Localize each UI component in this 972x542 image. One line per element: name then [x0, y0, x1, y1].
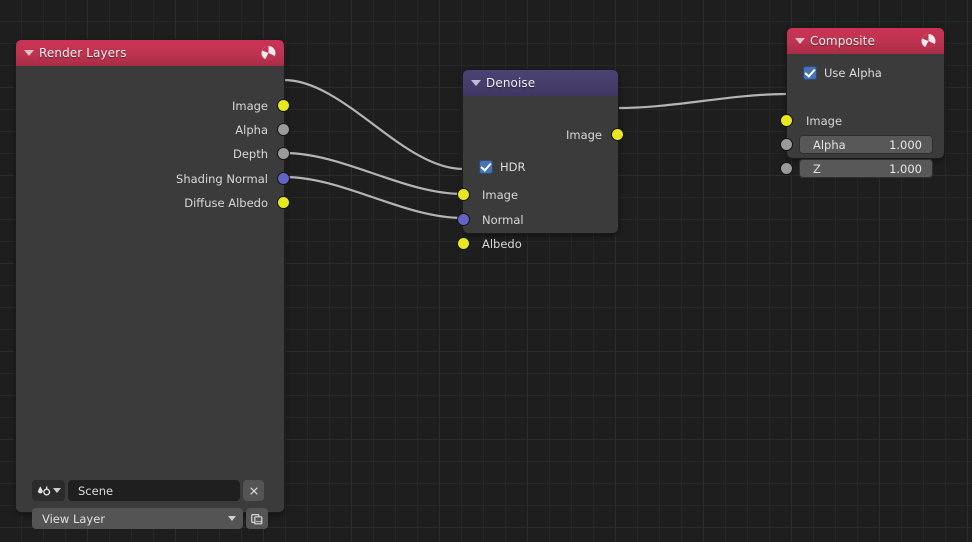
node-editor-canvas[interactable]: Render Layers Image Alpha Depth Shading …: [0, 0, 972, 542]
output-label-image: Image: [565, 128, 602, 142]
composite-alpha-value: 1.000: [889, 137, 922, 152]
output-label-image: Image: [231, 99, 268, 113]
composite-header[interactable]: Composite: [787, 28, 944, 54]
scene-icon: [37, 485, 50, 495]
hdr-checkbox[interactable]: [479, 160, 493, 174]
output-label-depth: Depth: [232, 147, 268, 161]
scene-icon-button[interactable]: [32, 480, 65, 501]
chevron-down-icon[interactable]: [228, 516, 237, 521]
denoise-header[interactable]: Denoise: [463, 70, 618, 96]
collapse-triangle-icon[interactable]: [24, 50, 34, 56]
output-socket-depth[interactable]: [278, 148, 289, 159]
denoise-input-socket-image[interactable]: [458, 189, 469, 200]
scene-name-field[interactable]: Scene: [68, 480, 240, 501]
chevron-down-icon[interactable]: [52, 488, 61, 493]
output-socket-alpha[interactable]: [278, 124, 289, 135]
node-denoise[interactable]: Denoise Image HDR Image Normal Albedo: [458, 70, 623, 250]
output-label-diffuse-albedo: Diffuse Albedo: [184, 196, 268, 210]
scene-clear-button[interactable]: [243, 480, 264, 501]
input-label-albedo: Albedo: [482, 237, 522, 251]
output-socket-image[interactable]: [278, 100, 289, 111]
denoise-input-socket-normal[interactable]: [458, 214, 469, 225]
scene-selector-row[interactable]: Scene: [32, 480, 268, 501]
input-label-normal: Normal: [482, 213, 524, 227]
denoise-title: Denoise: [486, 76, 536, 90]
use-alpha-checkbox[interactable]: [803, 66, 817, 80]
link-image-to-denoise-image: [283, 78, 464, 171]
composite-z-field[interactable]: Z 1.000: [799, 159, 933, 178]
composite-title: Composite: [810, 34, 875, 48]
hdr-label: HDR: [500, 160, 526, 174]
render-result-icon: [260, 45, 277, 62]
composite-input-socket-image[interactable]: [781, 115, 792, 126]
x-icon: [249, 486, 258, 495]
view-layer-dropdown[interactable]: View Layer: [32, 508, 244, 529]
link-denoise-to-composite-image: [617, 92, 788, 110]
denoise-output-socket-image[interactable]: [612, 129, 623, 140]
render-layers-body: Image Alpha Depth Shading Normal Diffuse…: [16, 66, 289, 529]
denoise-body: Image HDR Image Normal Albedo: [458, 96, 623, 250]
composite-body: Use Alpha Image Alpha 1.000 Z 1.000: [781, 54, 944, 178]
hdr-checkbox-row[interactable]: HDR: [479, 160, 526, 174]
node-render-layers[interactable]: Render Layers Image Alpha Depth Shading …: [16, 40, 289, 529]
use-alpha-checkbox-row[interactable]: Use Alpha: [803, 66, 882, 80]
render-layers-title: Render Layers: [39, 46, 127, 60]
composite-input-label-image: Image: [806, 114, 843, 128]
output-socket-shading-normal[interactable]: [278, 173, 289, 184]
composite-input-socket-z[interactable]: [781, 163, 792, 174]
view-layer-copy-button[interactable]: [246, 508, 268, 529]
collapse-triangle-icon[interactable]: [471, 80, 481, 86]
output-label-alpha: Alpha: [235, 123, 268, 137]
render-layers-header[interactable]: Render Layers: [16, 40, 284, 66]
node-composite[interactable]: Composite Use Alpha Image Alpha 1.000 Z …: [781, 28, 944, 178]
link-normal-to-denoise-normal: [283, 151, 464, 196]
composite-z-value: 1.000: [889, 161, 922, 176]
copy-viewlayer-icon: [251, 513, 263, 524]
composite-alpha-name: Alpha: [813, 137, 846, 152]
composite-alpha-field[interactable]: Alpha 1.000: [799, 135, 933, 154]
composite-z-name: Z: [813, 161, 821, 176]
view-layer-value: View Layer: [42, 511, 106, 526]
render-result-icon: [920, 33, 937, 50]
denoise-input-socket-albedo[interactable]: [458, 238, 469, 249]
view-layer-selector-row[interactable]: View Layer: [32, 508, 268, 529]
composite-input-socket-alpha[interactable]: [781, 139, 792, 150]
collapse-triangle-icon[interactable]: [795, 38, 805, 44]
use-alpha-label: Use Alpha: [824, 66, 882, 80]
input-label-image: Image: [482, 188, 519, 202]
output-socket-diffuse-albedo[interactable]: [278, 197, 289, 208]
output-label-shading-normal: Shading Normal: [176, 172, 268, 186]
link-albedo-to-denoise-albedo: [283, 175, 464, 220]
